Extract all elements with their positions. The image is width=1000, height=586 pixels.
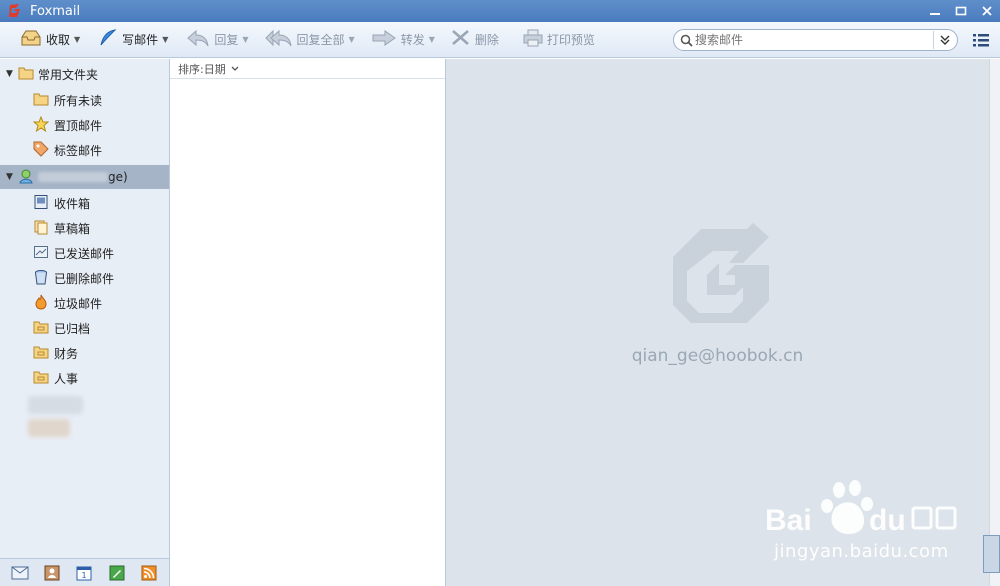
expand-triangle-icon[interactable]: ▼ (6, 172, 18, 182)
account-header[interactable]: ▼ ge) (0, 165, 169, 189)
mail-module-icon[interactable] (11, 565, 29, 581)
star-icon (32, 115, 50, 135)
scrollbar[interactable] (989, 59, 1000, 586)
print-preview-button[interactable]: 打印预览 (517, 26, 601, 54)
double-chevron-down-icon (940, 35, 949, 45)
chevron-down-icon[interactable]: ▼ (349, 35, 355, 44)
reply-all-arrow-icon (264, 29, 293, 50)
watermark-url: jingyan.baidu.com (774, 541, 949, 562)
folder-sidebar: ▼ 常用文件夹 所有未读 置顶邮件 标签邮件 ▼ ge) 收件箱 草稿箱 已发送… (0, 59, 170, 586)
calendar-module-icon[interactable]: 1 (75, 565, 93, 581)
redacted-item (28, 396, 83, 414)
title-bar: Foxmail (0, 0, 1000, 22)
folder-hr[interactable]: 人事 (0, 366, 169, 390)
trash-icon (33, 269, 49, 288)
drafts-icon (33, 219, 49, 238)
foxmail-logo-icon (6, 2, 24, 20)
chevron-down-icon[interactable]: ▼ (162, 35, 168, 44)
contacts-module-icon[interactable] (43, 565, 61, 581)
minimize-button[interactable] (922, 0, 948, 22)
folder-icon (33, 345, 49, 362)
inbox-icon (33, 194, 49, 213)
folder-tagged[interactable]: 标签邮件 (0, 138, 169, 162)
list-menu-icon (973, 34, 989, 47)
printer-icon (523, 29, 543, 50)
folder-pinned[interactable]: 置顶邮件 (0, 113, 169, 137)
search-icon (680, 34, 693, 47)
feather-pen-icon (98, 28, 118, 51)
folder-deleted[interactable]: 已删除邮件 (0, 266, 169, 290)
reply-button[interactable]: 回复 ▼ (180, 26, 254, 54)
chevron-down-icon[interactable]: ▼ (429, 35, 435, 44)
folder-drafts[interactable]: 草稿箱 (0, 216, 169, 240)
fire-icon (33, 294, 49, 313)
search-box (673, 29, 958, 51)
folder-icon (33, 92, 49, 109)
chevron-down-icon (231, 66, 239, 72)
rss-module-icon[interactable] (140, 565, 158, 581)
folder-sent[interactable]: 已发送邮件 (0, 241, 169, 265)
folder-icon (33, 320, 49, 337)
folder-all-unread[interactable]: 所有未读 (0, 88, 169, 112)
compose-button[interactable]: 写邮件 ▼ (92, 26, 174, 54)
account-email-label: qian_ge@hoobok.cn (631, 346, 804, 366)
folder-inbox[interactable]: 收件箱 (0, 191, 169, 215)
receive-button[interactable]: 收取 ▼ (14, 26, 86, 54)
forward-button[interactable]: 转发 ▼ (365, 26, 441, 54)
folder-icon (18, 66, 34, 83)
reply-arrow-icon (186, 29, 210, 50)
main-menu-button[interactable] (972, 32, 990, 48)
expand-triangle-icon[interactable]: ▼ (6, 69, 18, 79)
account-name-redacted (38, 172, 108, 182)
folder-junk[interactable]: 垃圾邮件 (0, 291, 169, 315)
folder-icon (33, 370, 49, 387)
svg-text:Bai: Bai (765, 504, 812, 537)
foxmail-watermark-icon (673, 223, 769, 323)
account-avatar-icon (18, 168, 34, 187)
inbox-tray-icon (20, 29, 42, 50)
module-tabs: 1 (0, 558, 169, 586)
sent-icon (33, 244, 49, 263)
search-input[interactable] (693, 31, 929, 49)
notes-module-icon[interactable] (108, 565, 126, 581)
common-folders-header[interactable]: ▼ 常用文件夹 (0, 62, 169, 86)
toolbar: 收取 ▼ 写邮件 ▼ 回复 ▼ 回复全部 ▼ 转发 ▼ 删除 打印预览 (0, 22, 1000, 58)
svg-text:1: 1 (82, 571, 87, 580)
tag-icon (33, 141, 49, 160)
chevron-down-icon[interactable]: ▼ (74, 35, 80, 44)
sort-selector[interactable]: 排序:日期 (170, 59, 445, 79)
svg-text:du: du (869, 504, 906, 537)
close-button[interactable] (974, 0, 1000, 22)
search-options-button[interactable] (933, 31, 955, 49)
delete-button[interactable]: 删除 (445, 26, 505, 54)
redacted-item (28, 419, 70, 437)
corner-thumbnail (983, 535, 1000, 573)
forward-arrow-icon (371, 29, 397, 50)
app-title: Foxmail (30, 3, 81, 19)
maximize-button[interactable] (948, 0, 974, 22)
folder-finance[interactable]: 财务 (0, 341, 169, 365)
scissors-icon (451, 29, 471, 50)
chevron-down-icon[interactable]: ▼ (242, 35, 248, 44)
folder-archived[interactable]: 已归档 (0, 316, 169, 340)
reply-all-button[interactable]: 回复全部 ▼ (259, 26, 361, 54)
mail-list-pane: 排序:日期 (170, 59, 446, 586)
